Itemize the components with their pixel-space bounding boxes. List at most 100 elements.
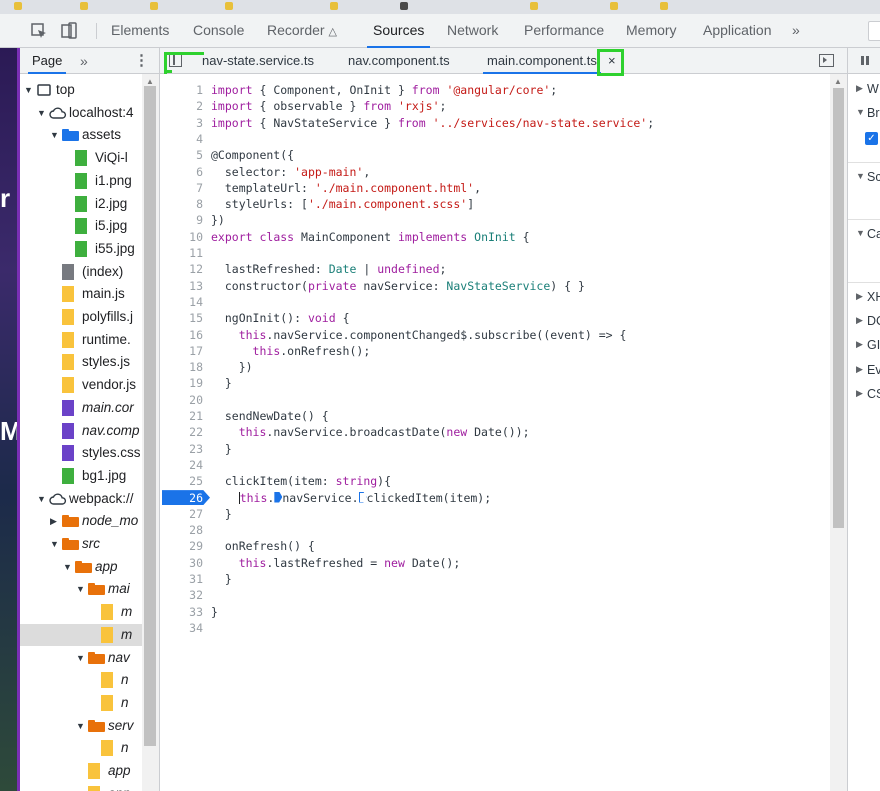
code-line[interactable]: 2 import { observable } from 'rxjs'; (160, 98, 830, 114)
tree-item[interactable]: n (20, 692, 142, 715)
tree-item[interactable]: ▼ serv (20, 715, 142, 738)
code-line[interactable]: 16 this.navService.componentChanged$.sub… (160, 327, 830, 343)
collapsed-arrow-icon[interactable]: ▶ (856, 339, 863, 350)
tree-item[interactable]: m (20, 623, 142, 647)
code-line[interactable]: 3 import { NavStateService } from '../ser… (160, 115, 830, 131)
scrollbar-thumb[interactable] (833, 88, 844, 528)
tab-application[interactable]: Application (703, 14, 772, 47)
code-line[interactable]: 30 this.lastRefreshed = new Date(); (160, 555, 830, 571)
bookmark-icon[interactable] (150, 2, 158, 10)
debugger-section[interactable]: ▶ DC (848, 312, 880, 330)
tree-item[interactable]: ▼ localhost:4 (20, 102, 142, 125)
line-number[interactable]: 26 (160, 490, 203, 506)
line-number[interactable]: 9 (160, 212, 203, 228)
code-line[interactable]: 32 (160, 587, 830, 603)
expanded-arrow-icon[interactable]: ▼ (50, 539, 59, 549)
tree-item[interactable]: ▼ app (20, 556, 142, 579)
code-line[interactable]: 24 (160, 457, 830, 473)
more-tabs-icon[interactable]: » (792, 14, 800, 47)
expanded-arrow-icon[interactable]: ▼ (37, 494, 46, 504)
tree-item[interactable]: styles.js (20, 351, 142, 374)
tree-item[interactable]: m (20, 601, 142, 624)
line-number[interactable]: 11 (160, 245, 203, 261)
line-number[interactable]: 28 (160, 522, 203, 538)
line-number[interactable]: 13 (160, 278, 203, 294)
bookmark-icon[interactable] (14, 2, 22, 10)
file-tab-nav-component[interactable]: nav.component.ts (348, 48, 450, 74)
tree-item[interactable]: polyfills.j (20, 306, 142, 329)
navigator-tab-page[interactable]: Page (27, 48, 67, 74)
toggle-debugger-icon[interactable] (819, 54, 834, 67)
collapsed-arrow-icon[interactable]: ▶ (856, 291, 863, 302)
settings-box-icon[interactable] (868, 21, 880, 41)
expanded-arrow-icon[interactable]: ▼ (50, 130, 59, 140)
line-number[interactable]: 6 (160, 164, 203, 180)
code-line[interactable]: 33} (160, 604, 830, 620)
line-number[interactable]: 32 (160, 587, 203, 603)
code-line[interactable]: 5 @Component({ (160, 147, 830, 163)
debugger-section[interactable]: ▼Sc (848, 168, 880, 186)
code-line[interactable]: 14 (160, 294, 830, 310)
tab-elements[interactable]: Elements (111, 14, 169, 47)
editor-scrollbar[interactable]: ▲ (830, 74, 847, 791)
bookmark-icon[interactable] (330, 2, 338, 10)
scroll-up-icon[interactable]: ▲ (146, 77, 154, 86)
debugger-section[interactable]: ▼Ca (848, 225, 880, 243)
tree-item[interactable]: main.cor (20, 397, 142, 420)
code-area[interactable]: 1 import { Component, OnInit } from '@ang… (160, 74, 830, 791)
tree-item[interactable]: ▼ nav (20, 647, 142, 670)
code-line[interactable]: 11 (160, 245, 830, 261)
code-line[interactable]: 18 }) (160, 359, 830, 375)
bookmark-icon[interactable] (400, 2, 408, 10)
code-line[interactable]: 7 templateUrl: './main.component.html', (160, 180, 830, 196)
code-line[interactable]: 19 } (160, 375, 830, 391)
tree-item[interactable]: i55.jpg (20, 238, 142, 261)
code-line[interactable]: 6 selector: 'app-main', (160, 164, 830, 180)
expanded-arrow-icon[interactable]: ▼ (76, 721, 85, 731)
pause-icon[interactable] (861, 56, 864, 65)
line-number[interactable]: 21 (160, 408, 203, 424)
tree-item[interactable]: ▼ top (20, 79, 142, 102)
line-number[interactable]: 5 (160, 147, 203, 163)
more-navigator-tabs-icon[interactable]: » (80, 48, 88, 74)
scroll-up-icon[interactable]: ▲ (834, 77, 842, 86)
collapsed-arrow-icon[interactable]: ▶ (856, 388, 863, 399)
collapsed-arrow-icon[interactable]: ▶ (856, 83, 863, 94)
code-line[interactable]: 25 clickItem(item: string){ (160, 473, 830, 489)
code-line[interactable]: 1 import { Component, OnInit } from '@ang… (160, 82, 830, 98)
expanded-arrow-icon[interactable]: ▼ (856, 171, 865, 181)
debugger-section[interactable]: ▶ CS (848, 385, 880, 403)
tree-item[interactable]: ▼ mai (20, 578, 142, 601)
tree-item[interactable]: ▼ assets (20, 124, 142, 147)
inline-breakpoint-icon[interactable] (358, 491, 367, 503)
code-line[interactable]: 31 } (160, 571, 830, 587)
tab-recorder[interactable]: Recorder △ (267, 14, 337, 47)
line-number[interactable]: 27 (160, 506, 203, 522)
tree-item[interactable]: ▼ webpack:// (20, 488, 142, 511)
tree-item[interactable]: ViQi-l (20, 147, 142, 170)
bookmark-icon[interactable] (225, 2, 233, 10)
tree-item[interactable]: ▶ node_mo (20, 510, 142, 533)
line-number[interactable]: 34 (160, 620, 203, 636)
tree-item[interactable]: n (20, 669, 142, 692)
line-number[interactable]: 20 (160, 392, 203, 408)
expanded-arrow-icon[interactable]: ▼ (24, 85, 33, 95)
expanded-arrow-icon[interactable]: ▼ (856, 228, 865, 238)
debugger-section[interactable]: ▶ Ev (848, 361, 880, 379)
expanded-arrow-icon[interactable]: ▼ (63, 562, 72, 572)
line-number[interactable]: 8 (160, 196, 203, 212)
line-number[interactable]: 23 (160, 441, 203, 457)
tree-item[interactable]: bg1.jpg (20, 465, 142, 488)
line-number[interactable]: 18 (160, 359, 203, 375)
tree-item[interactable]: runtime. (20, 329, 142, 352)
expanded-arrow-icon[interactable]: ▼ (37, 108, 46, 118)
collapsed-arrow-icon[interactable]: ▶ (856, 315, 863, 326)
tree-item[interactable]: vendor.js (20, 374, 142, 397)
line-number[interactable]: 1 (160, 82, 203, 98)
code-line[interactable]: 28 (160, 522, 830, 538)
tree-item[interactable]: i1.png (20, 170, 142, 193)
line-number[interactable]: 7 (160, 180, 203, 196)
code-line[interactable]: 13 constructor(private navService: NavSt… (160, 278, 830, 294)
tab-network[interactable]: Network (447, 14, 498, 47)
line-number[interactable]: 25 (160, 473, 203, 489)
